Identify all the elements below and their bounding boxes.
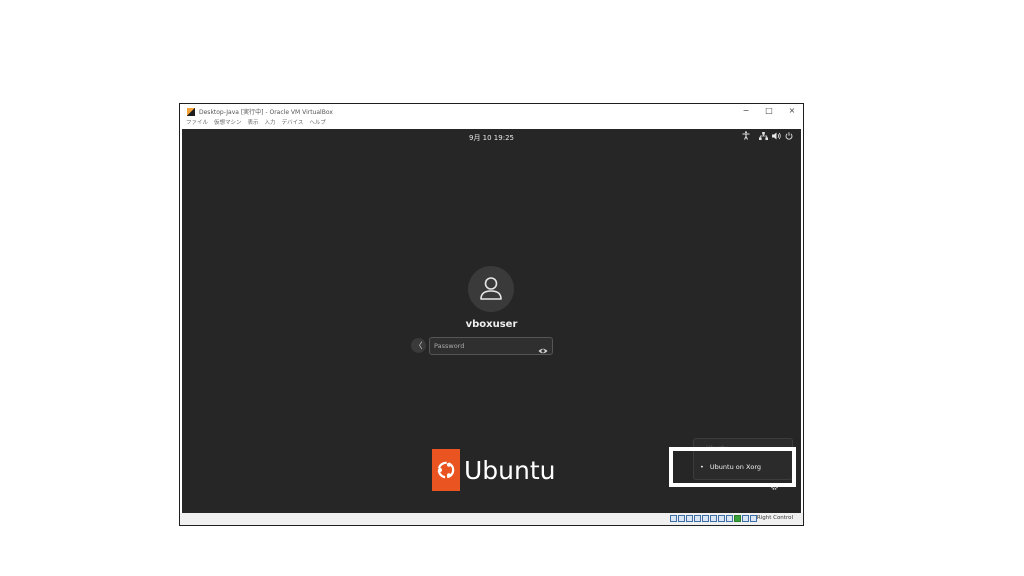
usb-icon[interactable] (702, 515, 709, 522)
volume-icon (772, 132, 781, 143)
close-button[interactable]: × (787, 105, 797, 117)
power-icon (785, 131, 793, 143)
top-bar-clock[interactable]: 9月 10 19:25 (182, 133, 801, 143)
menu-file[interactable]: ファイル (186, 119, 208, 128)
window-titlebar: Desktop-Java [実行中] - Oracle VM VirtualBo… (180, 104, 803, 118)
menu-input[interactable]: 入力 (265, 119, 276, 128)
virtualbox-app-icon (187, 108, 195, 116)
display-icon[interactable] (718, 515, 725, 522)
password-field[interactable] (429, 337, 553, 355)
user-icon (480, 277, 502, 300)
annotation-highlight-box (669, 447, 796, 487)
system-tray[interactable] (742, 131, 793, 143)
menu-view[interactable]: 表示 (248, 119, 259, 128)
show-password-icon[interactable] (538, 341, 548, 360)
virtualbox-statusbar: Right Control (180, 513, 803, 525)
minimize-button[interactable]: − (741, 105, 751, 117)
accessibility-icon[interactable] (742, 131, 750, 143)
ubuntu-wordmark: Ubuntu (464, 456, 556, 485)
window-controls: − □ × (741, 105, 797, 117)
password-input[interactable] (430, 338, 552, 354)
menu-devices[interactable]: デバイス (282, 119, 304, 128)
network-icon (759, 131, 768, 143)
maximize-button[interactable]: □ (764, 105, 774, 117)
username-label: vboxuser (465, 319, 518, 330)
back-button[interactable]: 〈 (411, 338, 426, 353)
video-capture-icon[interactable] (726, 515, 733, 522)
virtualization-icon (734, 515, 741, 522)
menu-help[interactable]: ヘルプ (309, 119, 326, 128)
hard-disk-icon[interactable] (670, 515, 677, 522)
network-adapter-icon[interactable] (694, 515, 701, 522)
optical-drive-icon[interactable] (678, 515, 685, 522)
status-icons[interactable] (759, 131, 793, 143)
menu-machine[interactable]: 仮想マシン (214, 119, 242, 128)
user-avatar (468, 266, 514, 312)
circle-of-friends-icon (437, 461, 455, 479)
mouse-integration-icon[interactable] (742, 515, 749, 522)
shared-folders-icon[interactable] (710, 515, 717, 522)
menubar: ファイル 仮想マシン 表示 入力 デバイス ヘルプ (186, 119, 326, 128)
device-status-icons (670, 515, 757, 522)
ubuntu-logo (432, 449, 460, 491)
host-key-label: Right Control (756, 515, 793, 521)
window-title: Desktop-Java [実行中] - Oracle VM VirtualBo… (199, 109, 333, 116)
audio-icon[interactable] (686, 515, 693, 522)
